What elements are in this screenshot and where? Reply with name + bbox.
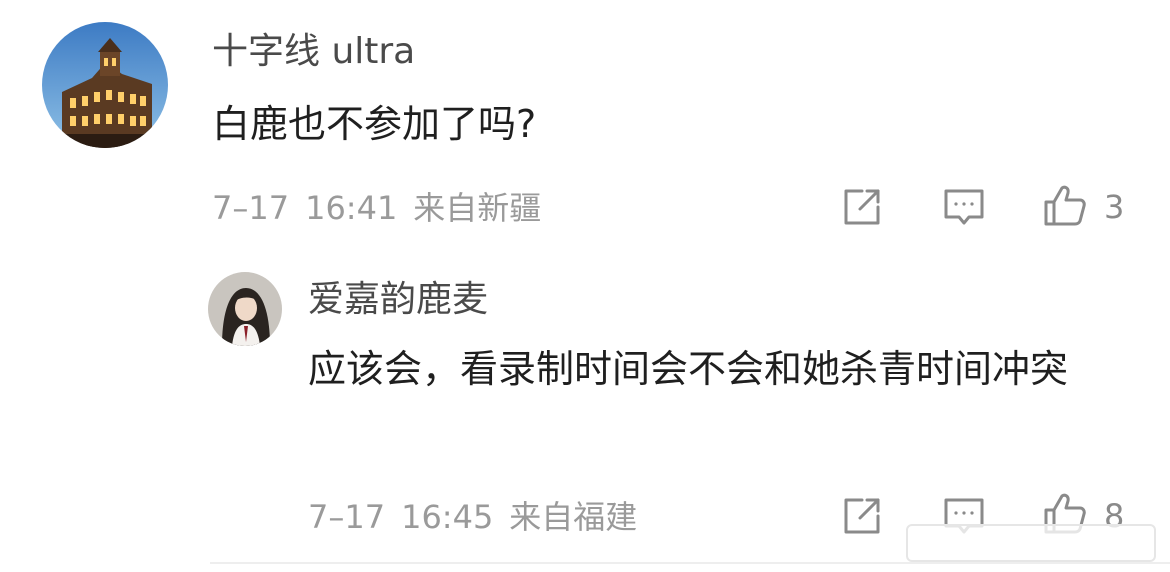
reply-location: 来自福建 — [509, 498, 638, 536]
comment-time: 16:41 — [305, 189, 398, 227]
thumbs-up-icon[interactable] — [1042, 182, 1088, 228]
reply-avatar[interactable] — [208, 272, 282, 346]
comment-text: 白鹿也不参加了吗? — [212, 102, 537, 146]
comment-meta: 7–17 16:41 来自新疆 — [212, 188, 541, 228]
reply-date: 7–17 — [308, 498, 386, 536]
share-icon[interactable] — [840, 494, 884, 538]
reply-time: 16:45 — [401, 498, 494, 536]
reply-text: 应该会，看录制时间会不会和她杀青时间冲突 — [308, 347, 1069, 391]
comment-thread: 十字线 ultra 白鹿也不参加了吗? 7–17 16:41 来自新疆 3 爱嘉… — [0, 0, 1170, 572]
comment-location: 来自新疆 — [413, 189, 542, 227]
comment-username[interactable]: 十字线 ultra — [212, 30, 415, 74]
reply-meta: 7–17 16:45 来自福建 — [308, 497, 637, 537]
comment-date: 7–17 — [212, 189, 290, 227]
reply-username[interactable]: 爱嘉韵鹿麦 — [308, 278, 488, 322]
watermark-overlay — [906, 524, 1156, 562]
comment-like-count: 3 — [1104, 188, 1125, 226]
divider — [210, 562, 1170, 564]
share-icon[interactable] — [840, 185, 884, 229]
comment-avatar[interactable] — [42, 22, 168, 148]
comment-icon[interactable] — [942, 185, 986, 229]
